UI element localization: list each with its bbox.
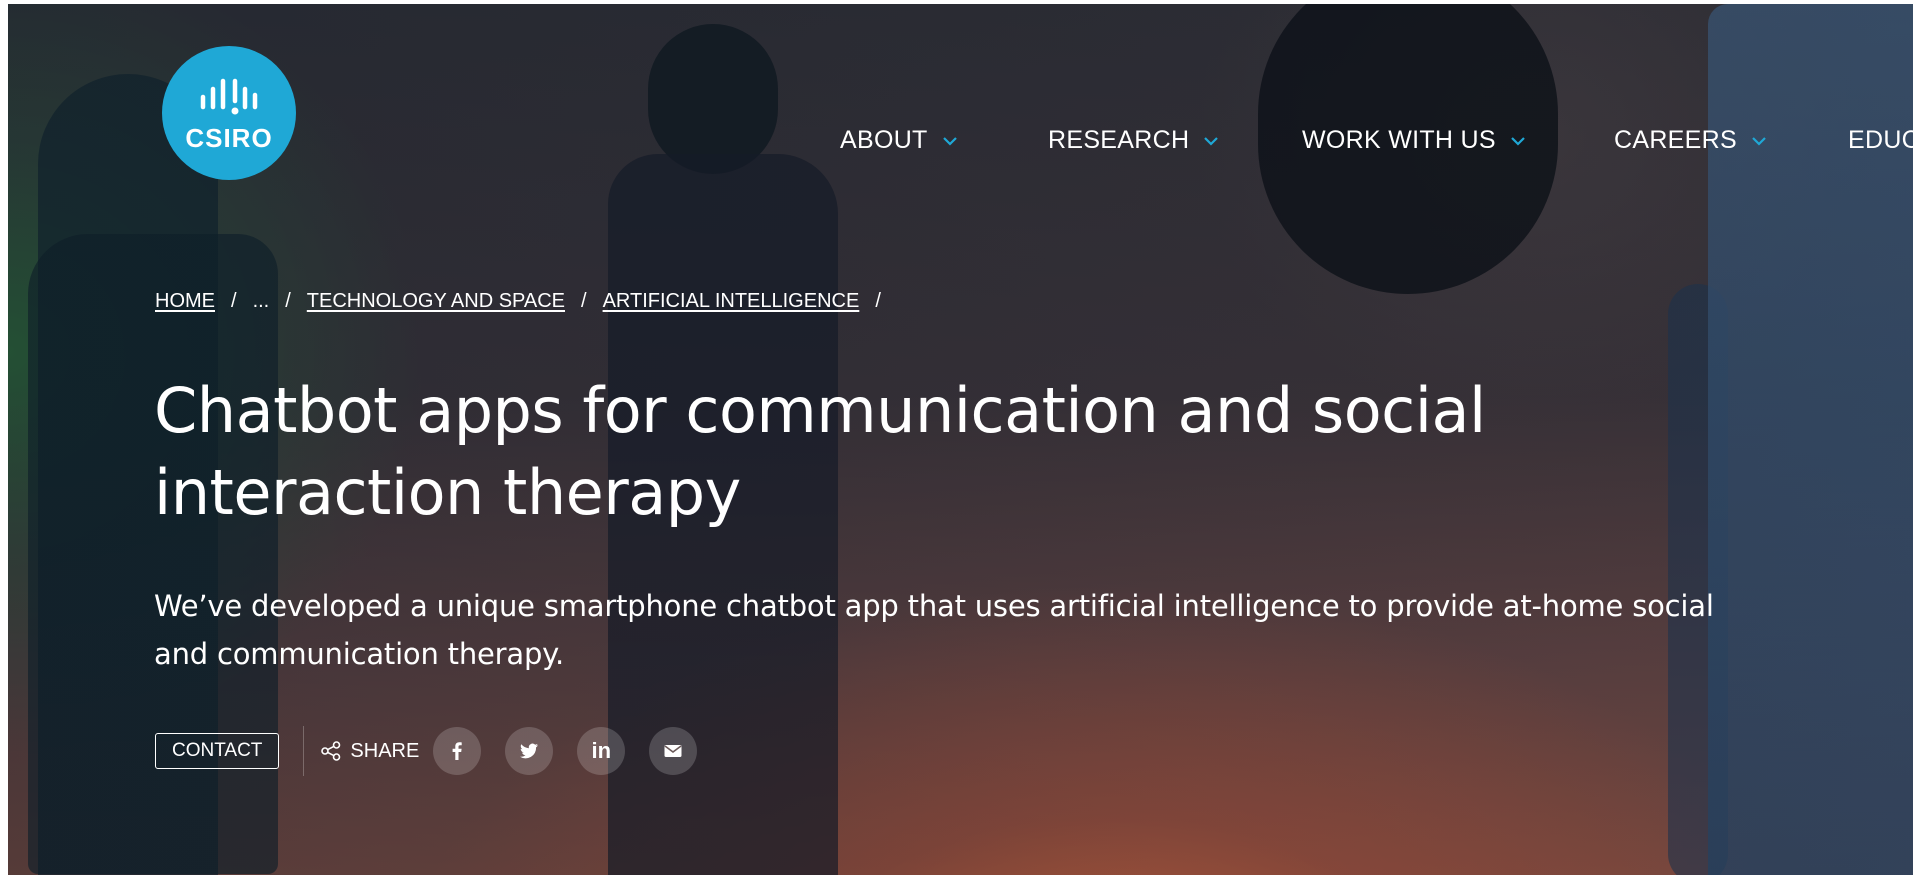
- nav-item-label: CAREERS: [1614, 125, 1737, 154]
- chevron-down-icon: [1511, 137, 1525, 146]
- chevron-down-icon: [942, 137, 957, 146]
- breadcrumb-separator: /: [285, 290, 291, 312]
- nav-item-label: ABOUT: [840, 125, 928, 154]
- share-icon: [321, 741, 341, 761]
- page-actions: CONTACT SHARE in: [155, 726, 721, 776]
- share-label-group: SHARE: [320, 740, 419, 763]
- nav-item-research[interactable]: RESEARCH: [1048, 126, 1219, 155]
- breadcrumb-separator: /: [875, 290, 881, 312]
- nav-item-work-with-us[interactable]: WORK WITH US: [1302, 126, 1526, 155]
- breadcrumb-link-artificial-intelligence[interactable]: ARTIFICIAL INTELLIGENCE: [603, 290, 860, 313]
- page-title: Chatbot apps for communication and socia…: [154, 374, 1486, 529]
- nav-item-label: WORK WITH US: [1302, 125, 1496, 154]
- actions-divider: [303, 726, 305, 776]
- csiro-waveform-icon: [200, 78, 258, 114]
- share-twitter-button[interactable]: [505, 727, 554, 775]
- linkedin-icon: in: [591, 738, 612, 763]
- page-lead-text: We’ve developed a unique smartphone chat…: [154, 589, 1714, 671]
- breadcrumb-separator: /: [581, 290, 587, 312]
- share-email-button[interactable]: [649, 727, 698, 775]
- facebook-icon: [452, 742, 463, 760]
- email-icon: [664, 745, 682, 757]
- breadcrumb-link-home[interactable]: HOME: [155, 290, 215, 313]
- nav-item-label: RESEARCH: [1048, 125, 1190, 154]
- contact-button[interactable]: CONTACT: [155, 733, 280, 769]
- breadcrumb-link-technology-and-space[interactable]: TECHNOLOGY AND SPACE: [307, 290, 565, 313]
- logo-text: CSIRO: [185, 122, 273, 153]
- share-label: SHARE: [350, 739, 420, 762]
- nav-item-careers[interactable]: CAREERS: [1614, 126, 1767, 155]
- twitter-icon: [520, 743, 539, 759]
- share-linkedin-button[interactable]: in: [577, 727, 626, 775]
- nav-item-about[interactable]: ABOUT: [840, 126, 958, 155]
- nav-item-label: EDUC: [1848, 125, 1921, 154]
- nav-item-education[interactable]: EDUC: [1848, 126, 1920, 155]
- breadcrumb: HOME / ... / TECHNOLOGY AND SPACE / ARTI…: [155, 290, 897, 313]
- csiro-logo[interactable]: CSIRO: [162, 46, 296, 180]
- breadcrumb-ellipsis[interactable]: ...: [253, 290, 270, 313]
- chevron-down-icon: [1204, 137, 1219, 146]
- chevron-down-icon: [1752, 137, 1766, 146]
- breadcrumb-separator: /: [231, 290, 237, 312]
- share-facebook-button[interactable]: [433, 727, 482, 775]
